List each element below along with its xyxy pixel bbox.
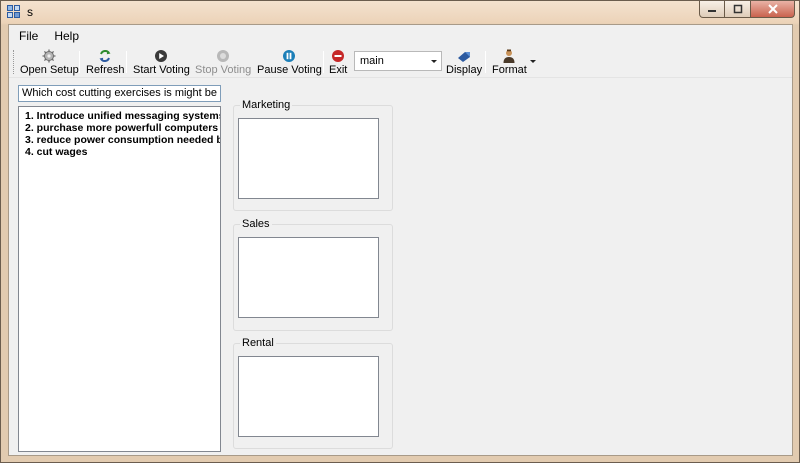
group-rental: Rental [233, 337, 393, 449]
gear-icon [42, 49, 56, 63]
exit-label: Exit [329, 64, 348, 76]
sales-results-box[interactable] [238, 237, 379, 318]
play-icon [155, 50, 168, 62]
toolbar-separator [79, 51, 80, 73]
window-title: s [27, 5, 33, 19]
menu-file[interactable]: File [13, 25, 44, 45]
format-button[interactable]: Format [492, 48, 527, 76]
channel-combo[interactable]: main [354, 51, 442, 71]
start-voting-label: Start Voting [133, 64, 190, 76]
group-sales-label: Sales [240, 218, 272, 230]
start-voting-button[interactable]: Start Voting [133, 48, 190, 76]
list-item[interactable]: 2. purchase more powerfull computers [25, 122, 220, 134]
open-setup-label: Open Setup [20, 64, 79, 76]
chevron-down-icon[interactable] [431, 60, 437, 63]
window-controls [699, 1, 795, 19]
refresh-icon [99, 50, 111, 62]
open-setup-button[interactable]: Open Setup [20, 48, 79, 76]
app-icon [7, 5, 21, 19]
stop-voting-label: Stop Voting [195, 64, 252, 76]
title-bar[interactable]: s [1, 1, 799, 23]
pause-voting-button[interactable]: Pause Voting [257, 48, 322, 76]
stop-icon [217, 50, 230, 62]
refresh-label: Refresh [86, 64, 125, 76]
channel-combo-value: main [360, 55, 384, 67]
list-item[interactable]: 4. cut wages [25, 146, 220, 158]
list-item[interactable]: 3. reduce power consumption needed by [25, 134, 220, 146]
toolbar-separator [126, 51, 127, 73]
question-field[interactable]: Which cost cutting exercises is might be… [18, 85, 221, 102]
client-area: File Help Open Setup Refresh Start Votin… [8, 24, 793, 456]
rental-results-box[interactable] [238, 356, 379, 437]
minimize-button[interactable] [699, 1, 725, 18]
toolbar-separator [485, 51, 486, 73]
format-dropdown-arrow-icon[interactable] [530, 60, 536, 63]
group-rental-label: Rental [240, 337, 276, 349]
pause-icon [283, 50, 296, 62]
pause-voting-label: Pause Voting [257, 64, 322, 76]
menu-help[interactable]: Help [48, 25, 85, 45]
format-label: Format [492, 64, 527, 76]
toolbar: Open Setup Refresh Start Voting Stop Vot… [9, 46, 792, 78]
toolbar-grip[interactable] [13, 50, 16, 74]
close-button[interactable] [751, 1, 795, 18]
display-button[interactable]: Display [446, 48, 482, 76]
close-icon [767, 4, 778, 14]
group-sales: Sales [233, 218, 393, 331]
minimize-icon [708, 10, 716, 12]
answers-list[interactable]: 1. Introduce unified messaging systems 2… [18, 106, 221, 452]
marketing-results-box[interactable] [238, 118, 379, 199]
exit-icon [332, 50, 345, 62]
exit-button[interactable]: Exit [329, 48, 347, 76]
display-icon [458, 52, 471, 62]
menu-bar: File Help [9, 25, 792, 45]
group-marketing: Marketing [233, 99, 393, 211]
group-marketing-label: Marketing [240, 99, 293, 111]
refresh-button[interactable]: Refresh [86, 48, 125, 76]
app-window: s File Help Open Setup Refresh Start Vot… [0, 0, 800, 463]
toolbar-separator [323, 51, 324, 73]
stop-voting-button[interactable]: Stop Voting [195, 48, 251, 76]
maximize-icon [733, 4, 742, 14]
maximize-button[interactable] [725, 1, 751, 18]
user-icon [503, 49, 515, 63]
display-label: Display [446, 64, 483, 76]
list-item[interactable]: 1. Introduce unified messaging systems [25, 110, 220, 122]
